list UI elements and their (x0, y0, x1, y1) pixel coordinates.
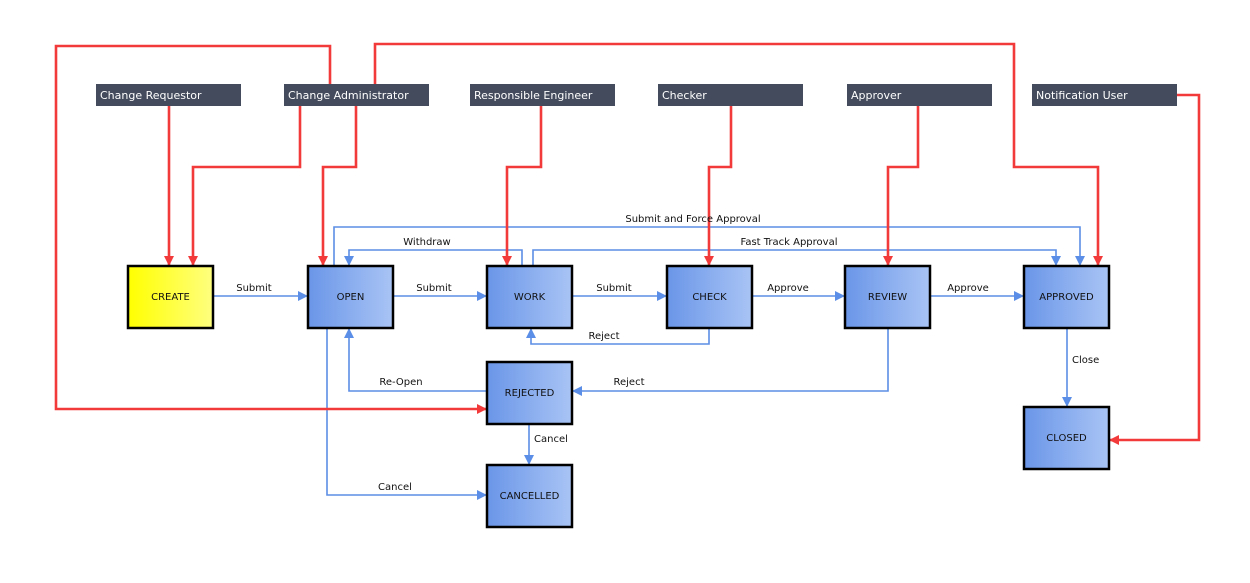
role-notify: Notification User (1032, 84, 1177, 106)
role-label: Change Administrator (288, 89, 409, 102)
assignment-checker-to-check (704, 106, 733, 266)
transition-label: Reject (613, 377, 644, 388)
role-checker: Checker (658, 84, 803, 106)
transition-check-to-work (526, 328, 710, 345)
assignment-responsible-engineer-to-work (502, 106, 543, 266)
state-node-rejected[interactable]: REJECTED (485, 360, 574, 426)
assignment-change-administrator-to-open (318, 106, 358, 266)
transition-label: Submit (596, 283, 632, 294)
state-node-check[interactable]: CHECK (665, 264, 754, 330)
state-node-work[interactable]: WORK (485, 264, 574, 330)
workflow-diagram: Change Requestor Change Administrator Resp… (54, 42, 1201, 529)
transition-label: Submit (236, 283, 272, 294)
transition-label: Close (1072, 355, 1099, 366)
transition-label: Withdraw (403, 237, 450, 248)
transition-label: Cancel (534, 434, 568, 445)
state-node-closed[interactable]: CLOSED (1022, 405, 1111, 471)
role-engineer: Responsible Engineer (470, 84, 615, 106)
state-node-cancelled[interactable]: CANCELLED (485, 463, 574, 529)
transition-work-to-open (344, 249, 523, 266)
transition-label: Submit and Force Approval (625, 214, 760, 225)
role-label: Approver (851, 89, 902, 102)
state-node-open[interactable]: OPEN (306, 264, 395, 330)
role-approver: Approver (847, 84, 992, 106)
state-label: OPEN (337, 292, 365, 303)
state-label: WORK (514, 292, 546, 303)
transition-label: Submit (416, 283, 452, 294)
role-label: Checker (662, 89, 707, 102)
role-label: Responsible Engineer (474, 89, 593, 102)
assignment-notification-user-to-closed (1109, 93, 1201, 445)
transition-open-to-cancelled (326, 328, 487, 500)
transition-label: Approve (767, 283, 809, 294)
state-label: APPROVED (1039, 292, 1094, 303)
role-requestor: Change Requestor (96, 84, 241, 106)
assignment-change-administrator-to-approved (373, 42, 1103, 266)
state-label: REVIEW (868, 292, 907, 303)
role-admin: Change Administrator (284, 84, 429, 106)
state-node-review[interactable]: REVIEW (843, 264, 932, 330)
state-label: CANCELLED (500, 491, 560, 502)
assignment-change-administrator-to-create (188, 106, 302, 266)
role-label: Change Requestor (100, 89, 202, 102)
transition-label: Cancel (378, 482, 412, 493)
state-label: CHECK (692, 292, 727, 303)
state-label: CREATE (151, 292, 190, 303)
state-node-approved[interactable]: APPROVED (1022, 264, 1111, 330)
role-label: Notification User (1036, 89, 1128, 102)
transition-label: Fast Track Approval (741, 237, 838, 248)
assignment-approver-to-review (883, 106, 920, 266)
transition-label: Approve (947, 283, 989, 294)
transition-work-to-approved (532, 249, 1061, 266)
state-node-create[interactable]: CREATE (126, 264, 215, 330)
transition-label: Re-Open (379, 377, 422, 388)
transition-label: Reject (588, 331, 619, 342)
state-label: CLOSED (1046, 433, 1087, 444)
state-label: REJECTED (505, 388, 555, 399)
